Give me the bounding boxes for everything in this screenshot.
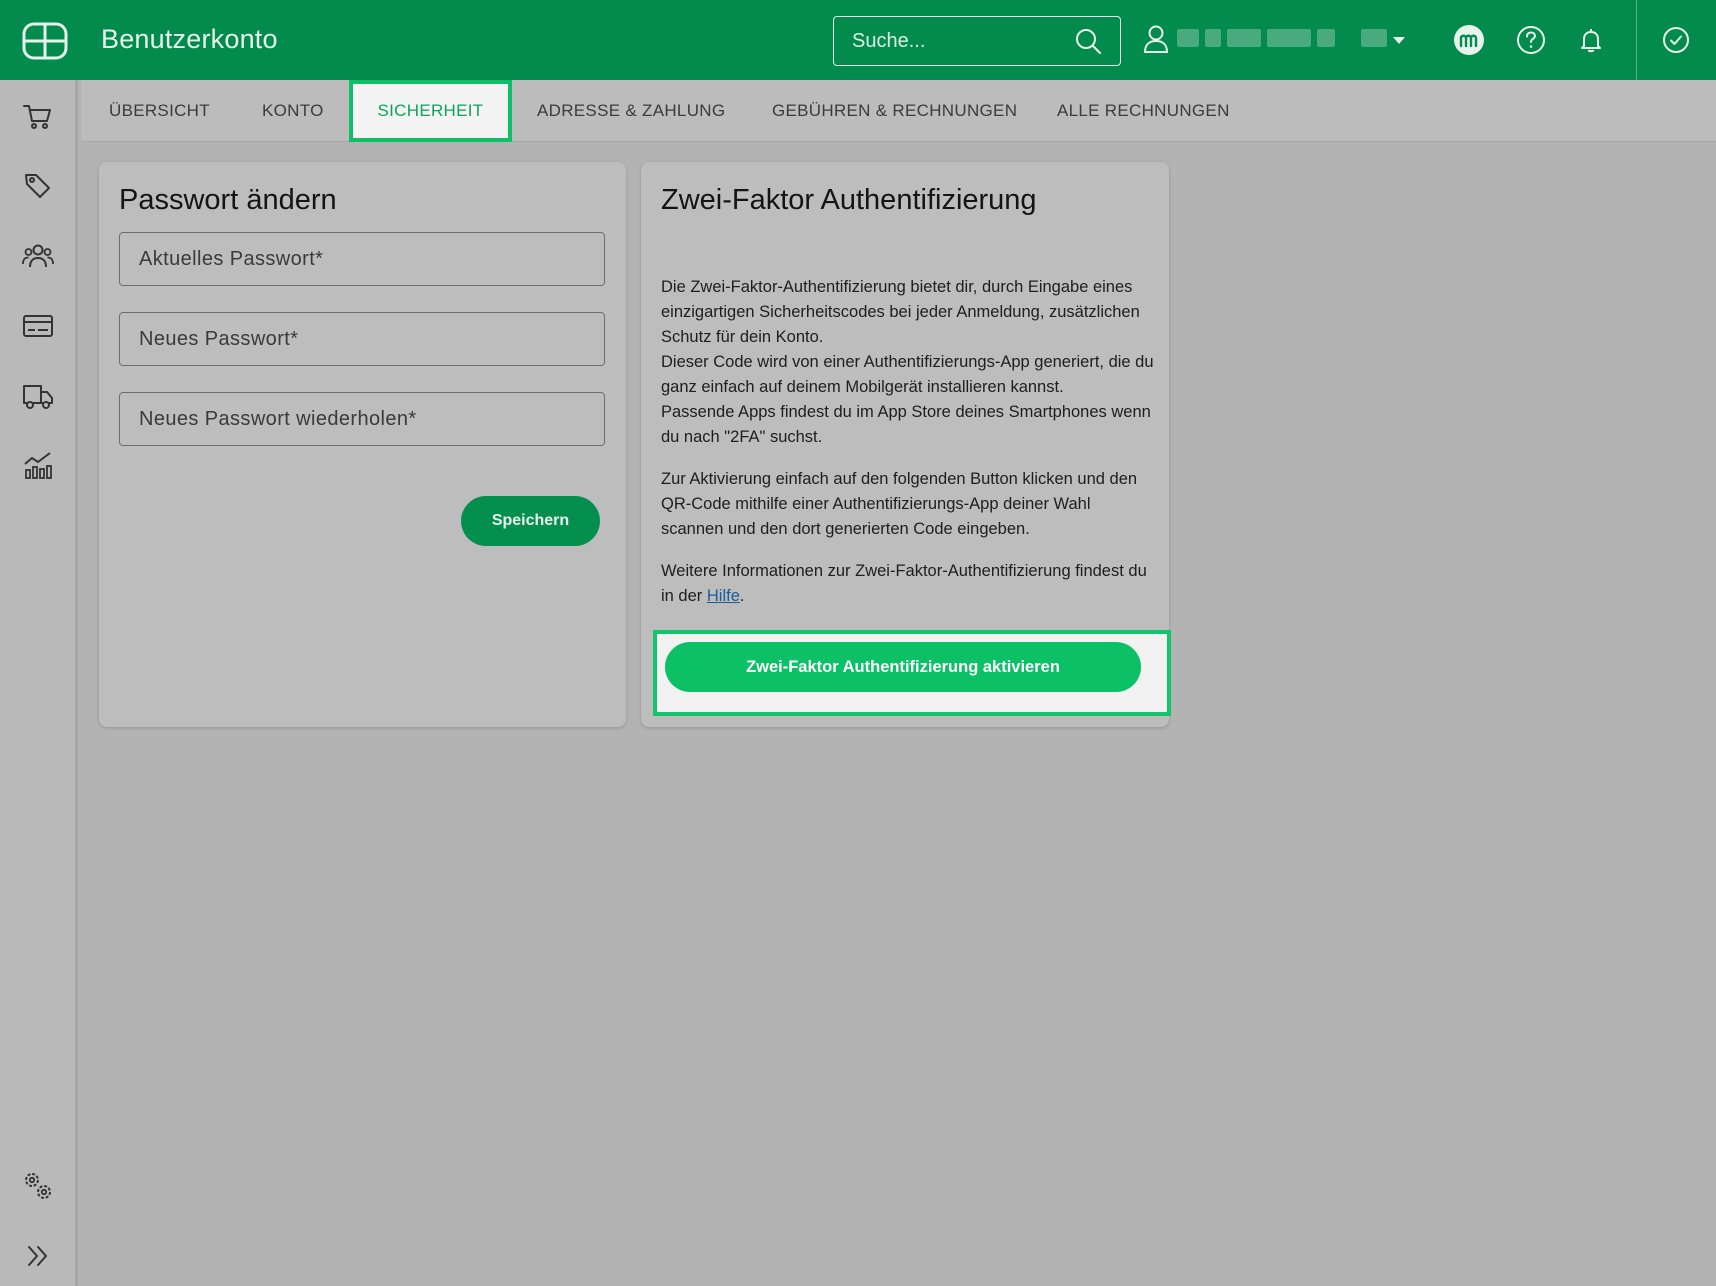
analytics-icon[interactable] bbox=[22, 450, 54, 482]
tab-bar: ÜBERSICHT KONTO SICHERHEIT ADRESSE & ZAH… bbox=[81, 80, 1716, 142]
check-circle-icon[interactable] bbox=[1660, 24, 1692, 56]
tags-icon[interactable] bbox=[22, 170, 54, 202]
help-icon[interactable] bbox=[1515, 24, 1547, 56]
twofa-more-info: Weitere Informationen zur Zwei-Faktor-Au… bbox=[661, 559, 1155, 609]
current-password-field[interactable] bbox=[119, 232, 605, 286]
logo-icon[interactable] bbox=[22, 22, 68, 60]
top-bar: Benutzerkonto Suche... bbox=[0, 0, 1716, 80]
help-link[interactable]: Hilfe bbox=[707, 587, 740, 605]
user-name-redacted[interactable] bbox=[1177, 28, 1387, 48]
search-box[interactable]: Suche... bbox=[833, 16, 1121, 66]
tab-konto[interactable]: KONTO bbox=[262, 80, 324, 142]
twofa-description-line-1: Die Zwei-Faktor-Authentifizierung bietet… bbox=[661, 278, 1140, 346]
truck-icon[interactable] bbox=[22, 380, 54, 412]
tab-sicherheit[interactable]: SICHERHEIT bbox=[349, 80, 512, 142]
user-icon[interactable] bbox=[1143, 24, 1169, 54]
app-title: Benutzerkonto bbox=[101, 24, 278, 54]
settings-icon[interactable] bbox=[22, 1170, 54, 1202]
header-divider bbox=[1636, 0, 1637, 80]
caret-down-icon[interactable] bbox=[1393, 37, 1405, 45]
twofa-more-info-end: . bbox=[739, 587, 745, 605]
tab-adresse-zahlung[interactable]: ADRESSE & ZAHLUNG bbox=[537, 80, 725, 142]
bell-icon[interactable] bbox=[1575, 24, 1607, 56]
twofa-description: Die Zwei-Faktor-Authentifizierung bietet… bbox=[661, 275, 1155, 450]
twofa-activation-instructions: Zur Aktivierung einfach auf den folgende… bbox=[661, 470, 1138, 538]
tab-alle-rechnungen[interactable]: ALLE RECHNUNGEN bbox=[1057, 80, 1230, 142]
save-button[interactable]: Speichern bbox=[461, 496, 600, 546]
cart-icon[interactable] bbox=[22, 100, 54, 132]
sidebar bbox=[0, 80, 78, 1286]
expand-icon[interactable] bbox=[22, 1240, 54, 1272]
search-input[interactable]: Suche... bbox=[852, 30, 1074, 53]
marketplace-icon[interactable] bbox=[1453, 24, 1485, 56]
password-card: Passwort ändern Speichern bbox=[99, 162, 626, 727]
credit-card-icon[interactable] bbox=[22, 310, 54, 342]
users-icon[interactable] bbox=[22, 240, 54, 272]
tab-uebersicht[interactable]: ÜBERSICHT bbox=[109, 80, 210, 142]
tab-gebuehren-rechnungen[interactable]: GEBÜHREN & RECHNUNGEN bbox=[772, 80, 1017, 142]
twofa-description-line-3: Passende Apps findest du im App Store de… bbox=[661, 403, 1151, 446]
search-icon[interactable] bbox=[1074, 27, 1102, 55]
twofa-card-title: Zwei-Faktor Authentifizierung bbox=[661, 184, 1037, 216]
new-password-field[interactable] bbox=[119, 312, 605, 366]
password-card-title: Passwort ändern bbox=[119, 184, 337, 216]
twofa-description-line-2: Dieser Code wird von einer Authentifizie… bbox=[661, 353, 1154, 396]
twofa-card: Zwei-Faktor Authentifizierung Die Zwei-F… bbox=[641, 162, 1171, 727]
repeat-password-field[interactable] bbox=[119, 392, 605, 446]
activate-2fa-button[interactable]: Zwei-Faktor Authentifizierung aktivieren bbox=[665, 642, 1141, 692]
